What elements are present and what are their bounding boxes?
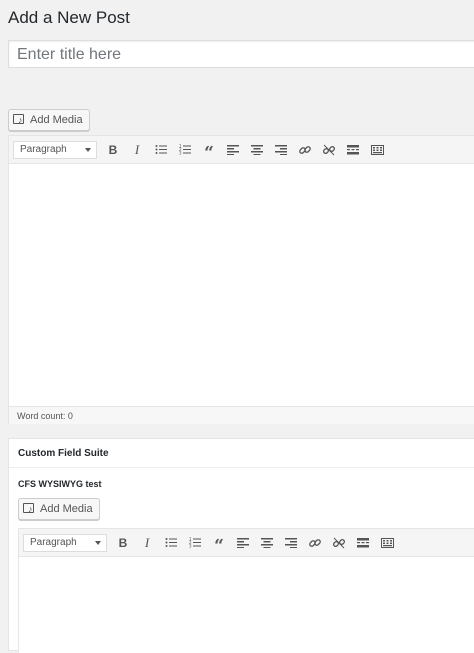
bold-icon[interactable]: B — [111, 533, 135, 553]
word-count: Word count: 0 — [9, 406, 474, 424]
add-media-label: Add Media — [30, 114, 83, 126]
read-more-icon[interactable] — [351, 533, 375, 553]
format-select[interactable]: Paragraph — [13, 140, 97, 159]
numbered-list-icon[interactable]: 123 — [173, 140, 197, 160]
cfs-add-media-label: Add Media — [40, 503, 93, 515]
align-left-icon[interactable] — [231, 533, 255, 553]
italic-icon[interactable]: I — [135, 533, 159, 553]
unlink-icon[interactable] — [327, 533, 351, 553]
format-select-value: Paragraph — [20, 144, 67, 155]
page-title: Add a New Post — [8, 8, 130, 27]
cfs-editor-toolbar: Paragraph B I 123 “ — [19, 529, 474, 557]
numbered-list-icon[interactable]: 123 — [183, 533, 207, 553]
toolbar-toggle-icon[interactable] — [365, 140, 389, 160]
main-editor: Paragraph B I 123 “ Word count: 0 — [8, 135, 474, 424]
cfs-editor: Paragraph B I 123 “ — [18, 528, 474, 653]
svg-text:3: 3 — [179, 151, 182, 156]
align-center-icon[interactable] — [245, 140, 269, 160]
link-icon[interactable] — [303, 533, 327, 553]
chevron-down-icon — [85, 147, 91, 152]
cfs-format-select-value: Paragraph — [30, 537, 77, 548]
link-icon[interactable] — [293, 140, 317, 160]
cfs-format-select[interactable]: Paragraph — [23, 533, 107, 552]
unlink-icon[interactable] — [317, 140, 341, 160]
cfs-editor-content[interactable] — [19, 557, 474, 653]
cfs-add-media-button[interactable]: Add Media — [18, 498, 100, 520]
blockquote-icon[interactable]: “ — [197, 140, 221, 162]
custom-field-suite-title: Custom Field Suite — [9, 439, 474, 468]
read-more-icon[interactable] — [341, 140, 365, 160]
blockquote-icon[interactable]: “ — [207, 533, 231, 555]
media-icon — [13, 114, 27, 126]
italic-icon[interactable]: I — [125, 140, 149, 160]
post-title-input[interactable]: Enter title here — [8, 40, 474, 68]
align-right-icon[interactable] — [269, 140, 293, 160]
align-center-icon[interactable] — [255, 533, 279, 553]
toolbar-toggle-icon[interactable] — [375, 533, 399, 553]
bulleted-list-icon[interactable] — [159, 533, 183, 553]
media-icon — [23, 503, 37, 515]
align-left-icon[interactable] — [221, 140, 245, 160]
add-media-button[interactable]: Add Media — [8, 109, 90, 131]
main-editor-toolbar: Paragraph B I 123 “ — [9, 136, 474, 164]
align-right-icon[interactable] — [279, 533, 303, 553]
bulleted-list-icon[interactable] — [149, 140, 173, 160]
bold-icon[interactable]: B — [101, 140, 125, 160]
svg-text:3: 3 — [189, 544, 192, 549]
main-editor-content[interactable] — [9, 164, 474, 406]
cfs-wysiwyg-label: CFS WYSIWYG test — [18, 479, 102, 489]
custom-field-suite-box: Custom Field Suite CFS WYSIWYG test Add … — [8, 438, 474, 653]
chevron-down-icon — [95, 540, 101, 545]
